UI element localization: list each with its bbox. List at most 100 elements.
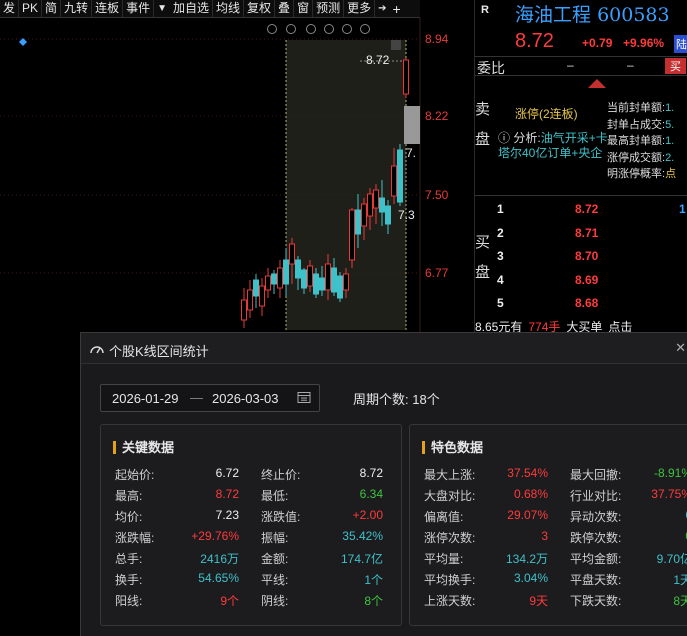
buy-level-row[interactable]: 2 8.71 — [497, 226, 687, 250]
stat-item: 异动次数:6 — [570, 508, 687, 525]
back-arrow-icon[interactable]: ➔ — [375, 3, 389, 14]
stat-label: 平线: — [261, 573, 289, 587]
candle-body — [265, 275, 271, 291]
toolbar-item[interactable]: 简 — [42, 0, 62, 17]
candle-body — [277, 267, 283, 289]
stat-value: +29.76% — [191, 529, 239, 543]
price-level-label: 6.77 — [425, 266, 449, 280]
stat-item: 最大回撤: -8.91% — [570, 466, 687, 483]
stat-value: 3.04% — [513, 571, 548, 585]
stat-value: 1天 — [673, 573, 687, 587]
buy-level-index: 2 — [497, 225, 504, 240]
stat-item: 上涨天数: 9天 — [424, 592, 548, 609]
price-level-label: 8.22 — [425, 109, 449, 123]
toolbar-item[interactable]: 九转 — [61, 0, 93, 17]
stat-label: 涨跌幅: — [115, 531, 155, 545]
stock-title[interactable]: 海油工程 600583 — [515, 0, 670, 27]
feature-data-title: 特色数据 — [422, 437, 483, 456]
candle-body — [283, 259, 289, 285]
toolbar-item[interactable]: 事件 — [123, 0, 155, 17]
stat-value: 35.42% — [342, 529, 383, 543]
sell-label-char: 卖 — [475, 101, 491, 118]
buy-level-index: 3 — [497, 249, 504, 263]
toolbar-item[interactable]: 更多 — [344, 0, 376, 17]
buy-level-row[interactable]: 3 8.70 — [497, 249, 687, 273]
dropdown-icon[interactable]: ▼ — [154, 3, 170, 14]
candle-body — [253, 279, 259, 297]
buy-level-index: 4 — [497, 272, 504, 287]
candle-body — [379, 197, 385, 213]
candle-body — [241, 299, 247, 321]
stat-item: 终止价: 8.72 — [261, 466, 383, 483]
stat-item: 平盘天数: 1天 — [570, 571, 687, 588]
stat-value: 29.07% — [507, 508, 548, 522]
stat-label: 最高: — [115, 489, 143, 503]
limit-stat-value[interactable]: 点 — [665, 168, 676, 180]
stat-label: 换手: — [115, 573, 143, 587]
limit-up-title[interactable]: 涨停(2连板) — [515, 105, 578, 122]
stat-value: -8.91% — [653, 466, 687, 480]
stat-label: 振幅: — [261, 531, 289, 545]
toolbar-item[interactable]: PK — [19, 0, 43, 17]
chart-tool-icon — [267, 24, 277, 34]
dialog-header[interactable]: 个股K线区间统计 ✕ — [81, 333, 687, 364]
candle-body — [397, 149, 403, 203]
stat-item: 跌停次数:0 — [570, 529, 687, 546]
limit-up-block — [404, 106, 420, 144]
toolbar-item[interactable]: 预测 — [313, 0, 345, 17]
chart-tool-icon — [286, 24, 296, 34]
kline-range-stats-dialog: 个股K线区间统计 ✕ 2026-01-29 — 2026-03-03 周期个数:… — [80, 332, 687, 636]
stat-value: 8.72 — [215, 487, 239, 501]
stat-item: 阳线: 9个 — [115, 592, 239, 609]
toolbar-item[interactable]: 窗 — [294, 0, 314, 17]
annotation-mid: 7. — [406, 146, 416, 160]
chart-toolbar: 发 PK 简九转 连板 事件 ▼ 加自选 均线 复权叠窗预测 更多 ➔ + — [0, 0, 420, 18]
toolbar-item[interactable]: 发 — [0, 0, 20, 17]
weibi-row: 委比 – – 买 — [475, 56, 687, 76]
candle-body — [307, 265, 313, 287]
connect-tag[interactable]: 陆 — [674, 35, 687, 53]
buy-label-char: 盘 — [475, 264, 491, 281]
stat-value: 134.2万 — [505, 552, 548, 566]
toolbar-item[interactable]: 复权 — [244, 0, 276, 17]
dialog-title: 个股K线区间统计 — [109, 344, 209, 359]
stat-value: 37.75% — [651, 487, 687, 501]
stat-item: 起始价: 6.72 — [115, 466, 239, 483]
stat-label: 下跌天数: — [570, 594, 622, 608]
stat-label: 大盘对比: — [424, 489, 476, 503]
calendar-icon[interactable] — [297, 391, 311, 404]
candle-body — [403, 59, 409, 95]
plus-icon[interactable]: + — [390, 1, 404, 17]
weibi-value: – — [567, 58, 574, 72]
stat-label: 上涨天数: — [424, 594, 476, 608]
end-date[interactable]: 2026-03-03 — [212, 391, 279, 406]
toolbar-item[interactable]: 均线 — [213, 0, 245, 17]
sell-label-char: 盘 — [475, 131, 491, 148]
toolbar-item[interactable]: 加自选 — [170, 0, 214, 17]
toolbar-item[interactable]: 叠 — [275, 0, 295, 17]
buy-level-row[interactable]: 1 8.72 1 — [497, 202, 687, 226]
stat-label: 平盘天数: — [570, 573, 622, 587]
buy-level-price: 8.71 — [575, 225, 599, 240]
limit-stat-label: 涨停成交额: — [607, 151, 666, 164]
buy-level-row[interactable]: 4 8.69 — [497, 273, 687, 297]
candle-body — [391, 165, 397, 197]
stat-value: 6.34 — [359, 487, 383, 501]
toolbar-item[interactable]: 连板 — [92, 0, 124, 17]
kline-chart[interactable]: 8.72 7. 7.3 8.94 8.22 7.50 6.77 — [0, 18, 474, 358]
buy-level-price: 8.69 — [575, 272, 599, 287]
buy-level-row[interactable]: 5 8.68 — [497, 296, 687, 320]
stat-item: 阴线: 8个 — [261, 592, 383, 609]
buy-button[interactable]: 买 — [665, 58, 686, 74]
stat-label: 终止价: — [261, 468, 301, 482]
buy-level-price: 8.72 — [575, 202, 599, 216]
date-range-picker[interactable]: 2026-01-29 — 2026-03-03 — [100, 384, 320, 412]
collapse-up-icon[interactable] — [584, 76, 610, 90]
stat-item: 最低: 6.34 — [261, 487, 383, 504]
start-date[interactable]: 2026-01-29 — [112, 391, 179, 406]
stat-item: 总手: 2416万 — [115, 550, 239, 567]
stat-label: 涨停次数: — [424, 531, 476, 545]
limit-stat-row: 当前封单额:1. — [607, 100, 687, 117]
stat-item: 下跌天数: 8天 — [570, 592, 687, 609]
close-icon[interactable]: ✕ — [675, 340, 686, 356]
